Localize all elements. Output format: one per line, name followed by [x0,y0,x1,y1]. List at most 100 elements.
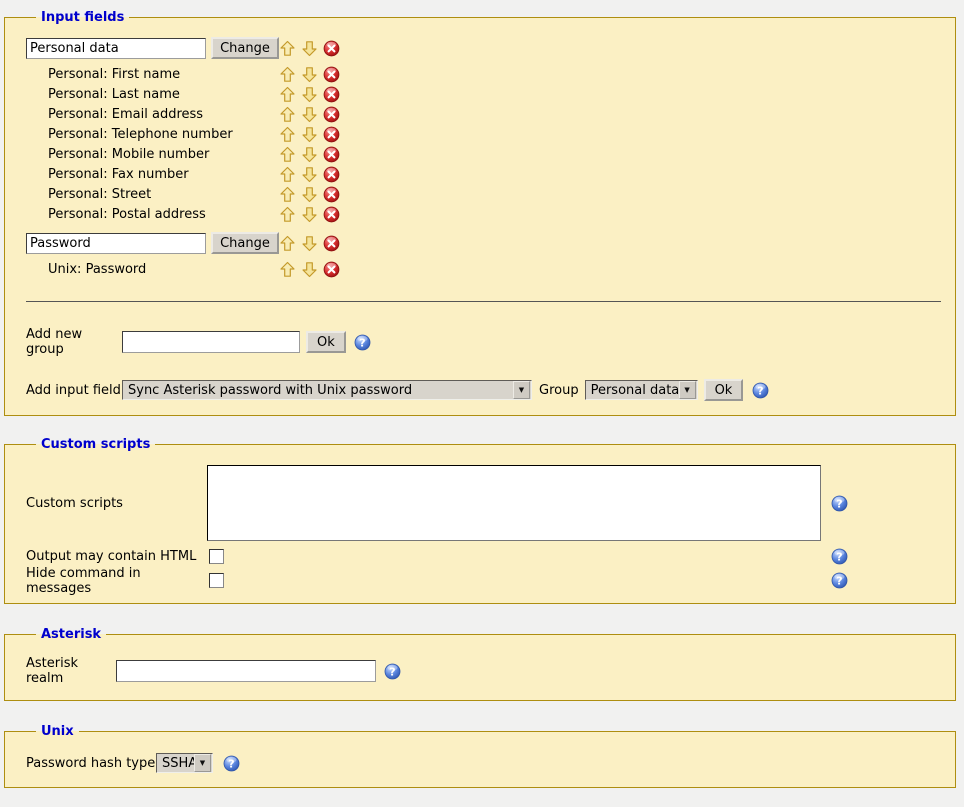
field-row: Personal: Fax number [26,164,947,184]
password-hash-select-value: SSHA [157,756,194,771]
custom-scripts-textarea[interactable] [207,465,821,541]
help-icon[interactable]: ? [752,382,769,399]
hide-command-row: Hide command in messages ? [26,572,848,589]
custom-scripts-legend: Custom scripts [36,437,155,452]
delete-icon[interactable] [323,186,340,203]
field-label: Unix: Password [48,262,279,277]
field-row: Personal: First name [26,64,947,84]
move-up-icon[interactable] [279,40,296,57]
svg-text:?: ? [836,550,842,563]
row-action-icons [279,235,340,252]
group-select-value: Personal data [586,383,679,398]
output-html-row: Output may contain HTML ? [26,548,848,565]
help-icon[interactable]: ? [384,663,401,680]
add-group-ok-button[interactable]: Ok [306,331,346,353]
svg-text:?: ? [836,574,842,587]
add-field-row: Add input field Sync Asterisk password w… [26,379,947,401]
move-up-icon[interactable] [279,66,296,83]
move-down-icon[interactable] [301,86,318,103]
field-row: Personal: Email address [26,104,947,124]
move-up-icon[interactable] [279,166,296,183]
move-up-icon[interactable] [279,186,296,203]
delete-icon[interactable] [323,86,340,103]
move-up-icon[interactable] [279,106,296,123]
move-down-icon[interactable] [301,66,318,83]
add-field-ok-button[interactable]: Ok [704,379,744,401]
chevron-down-icon[interactable]: ▼ [679,381,696,399]
move-up-icon[interactable] [279,126,296,143]
delete-icon[interactable] [323,235,340,252]
delete-icon[interactable] [323,126,340,143]
add-field-select-value: Sync Asterisk password with Unix passwor… [123,383,513,398]
move-down-icon[interactable] [301,206,318,223]
field-label: Personal: Street [48,187,279,202]
chevron-down-icon[interactable]: ▼ [513,381,530,399]
move-up-icon[interactable] [279,86,296,103]
delete-icon[interactable] [323,146,340,163]
help-icon[interactable]: ? [223,755,240,772]
row-action-icons [279,146,340,163]
group-name-input[interactable] [26,38,206,59]
field-label: Personal: Telephone number [48,127,279,142]
row-action-icons [279,261,340,278]
help-icon[interactable]: ? [354,334,371,351]
asterisk-section: Asterisk Asterisk realm ? [4,627,956,701]
asterisk-legend: Asterisk [36,627,106,642]
delete-icon[interactable] [323,261,340,278]
row-action-icons [279,126,340,143]
password-hash-row: Password hash type SSHA ▼ ? [26,753,947,773]
add-group-input[interactable] [122,331,300,353]
delete-icon[interactable] [323,166,340,183]
custom-scripts-section: Custom scripts Custom scripts ? Output m… [4,437,956,604]
group-name-input[interactable] [26,233,206,254]
field-row: Personal: Postal address [26,204,947,224]
chevron-down-icon[interactable]: ▼ [194,754,211,772]
field-row: Personal: Street [26,184,947,204]
svg-text:?: ? [389,665,395,678]
move-up-icon[interactable] [279,146,296,163]
delete-icon[interactable] [323,66,340,83]
help-icon[interactable]: ? [831,548,848,565]
add-group-row: Add new group Ok ? [26,330,947,354]
add-group-label: Add new group [26,327,122,357]
change-group-button[interactable]: Change [211,232,279,254]
move-down-icon[interactable] [301,40,318,57]
delete-icon[interactable] [323,106,340,123]
move-down-icon[interactable] [301,126,318,143]
row-action-icons [279,206,340,223]
move-down-icon[interactable] [301,186,318,203]
input-fields-legend: Input fields [36,10,129,25]
help-icon[interactable]: ? [831,495,848,512]
add-field-label: Add input field [26,383,122,398]
hide-command-checkbox[interactable] [209,573,224,588]
field-label: Personal: Last name [48,87,279,102]
group-select[interactable]: Personal data ▼ [585,380,698,400]
row-action-icons [279,66,340,83]
row-action-icons [279,40,340,57]
unix-legend: Unix [36,724,79,739]
unix-section: Unix Password hash type SSHA ▼ ? [4,724,956,788]
move-up-icon[interactable] [279,235,296,252]
output-html-checkbox[interactable] [209,549,224,564]
move-down-icon[interactable] [301,235,318,252]
add-field-select[interactable]: Sync Asterisk password with Unix passwor… [122,380,532,400]
field-row: Personal: Telephone number [26,124,947,144]
password-hash-label: Password hash type [26,756,156,771]
move-up-icon[interactable] [279,261,296,278]
change-group-button[interactable]: Change [211,37,279,59]
group-select-label: Group [539,383,579,398]
password-hash-select[interactable]: SSHA ▼ [156,753,213,773]
move-up-icon[interactable] [279,206,296,223]
move-down-icon[interactable] [301,166,318,183]
field-row: Personal: Last name [26,84,947,104]
delete-icon[interactable] [323,206,340,223]
move-down-icon[interactable] [301,146,318,163]
help-icon[interactable]: ? [831,572,848,589]
field-row: Unix: Password [26,259,947,279]
asterisk-realm-input[interactable] [116,660,376,682]
move-down-icon[interactable] [301,106,318,123]
field-label: Personal: Fax number [48,167,279,182]
move-down-icon[interactable] [301,261,318,278]
delete-icon[interactable] [323,40,340,57]
row-action-icons [279,186,340,203]
